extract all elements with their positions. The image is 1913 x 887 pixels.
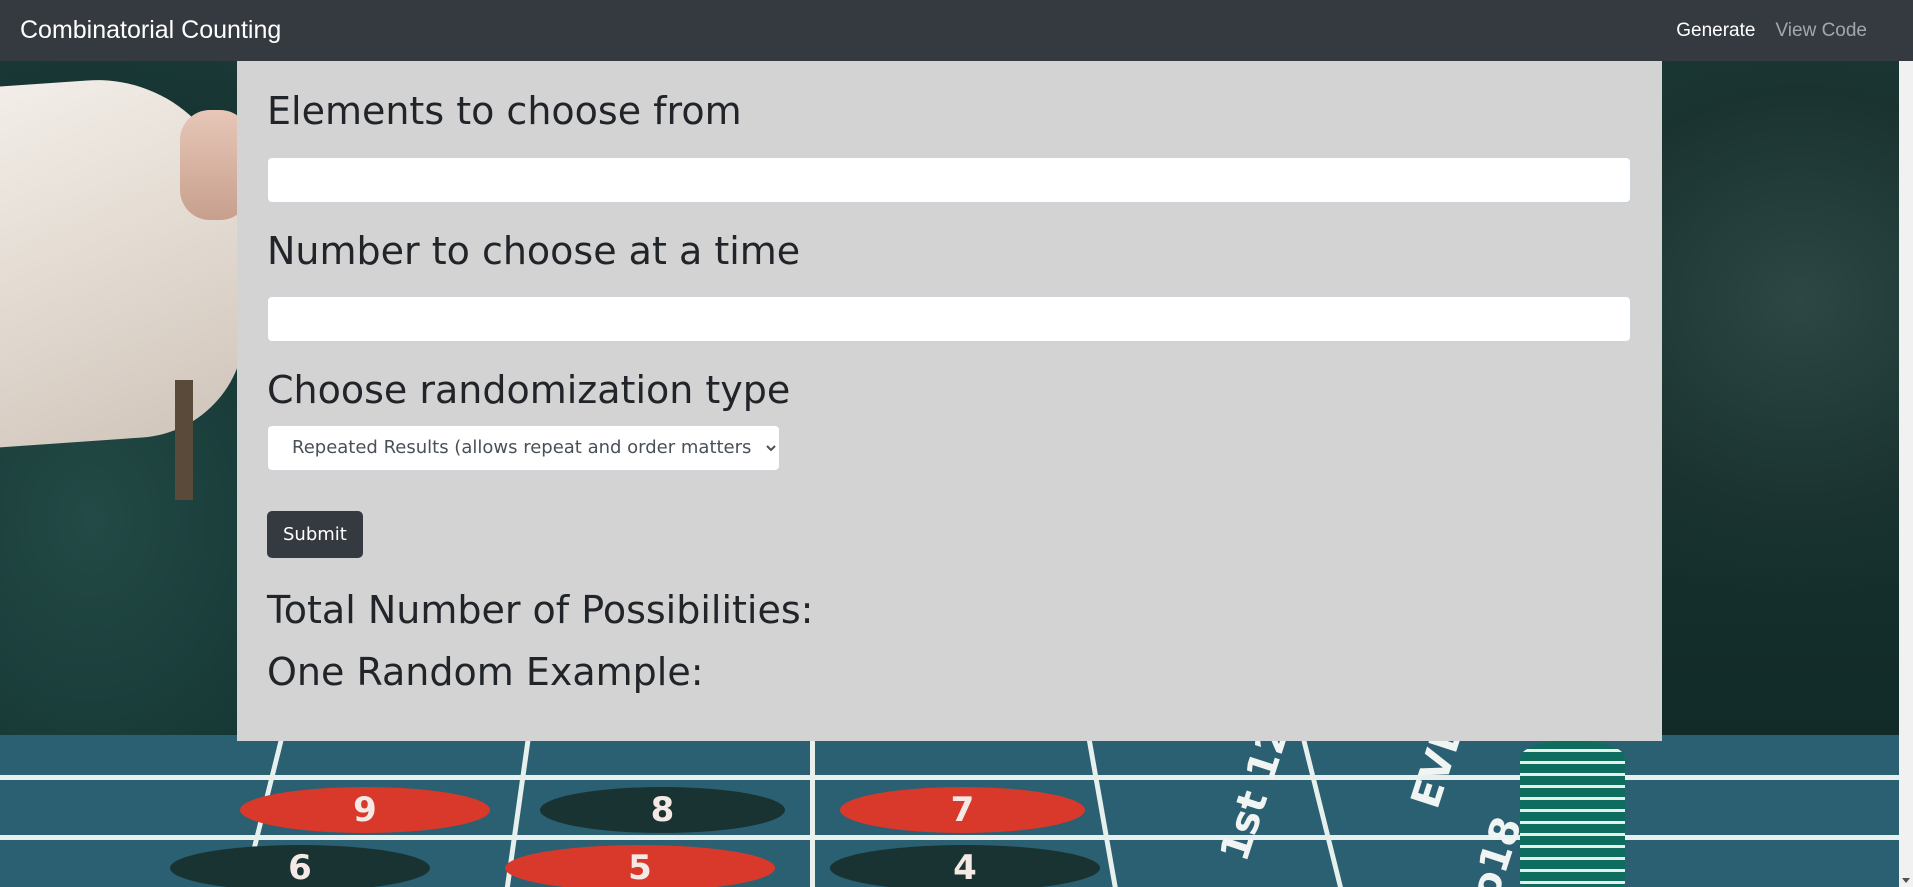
number-input[interactable] xyxy=(267,296,1631,343)
randomization-heading: Choose randomization type xyxy=(267,368,791,413)
navbar: Combinatorial Counting Generate View Cod… xyxy=(0,0,1913,61)
nav-link-view-code[interactable]: View Code xyxy=(1775,20,1867,42)
randomization-select[interactable]: Repeated Results (allows repeat and orde… xyxy=(267,424,780,471)
nav-link-generate[interactable]: Generate xyxy=(1676,20,1755,42)
table-number: 7 xyxy=(840,787,1085,833)
scroll-down-icon[interactable] xyxy=(1902,878,1910,883)
table-number: 6 xyxy=(170,845,430,887)
table-number: 5 xyxy=(505,845,775,887)
chip-stack xyxy=(1520,740,1625,887)
table-number: 9 xyxy=(240,787,490,833)
number-heading: Number to choose at a time xyxy=(267,228,801,273)
table-number: 4 xyxy=(830,845,1100,887)
nav-links: Generate View Code xyxy=(1676,20,1893,42)
table-label: 1st 12 xyxy=(1211,719,1299,867)
results-section: Total Number of Possibilities: One Rando… xyxy=(267,588,1632,696)
chair xyxy=(175,380,193,500)
elements-input[interactable] xyxy=(267,156,1631,203)
elements-heading: Elements to choose from xyxy=(267,89,742,133)
random-example-label: One Random Example: xyxy=(267,650,704,695)
submit-button[interactable]: Submit xyxy=(267,510,363,558)
table-number: 8 xyxy=(540,787,785,833)
form-card: Elements to choose from Number to choose… xyxy=(237,61,1662,741)
total-possibilities-label: Total Number of Possibilities: xyxy=(267,587,814,632)
scrollbar[interactable] xyxy=(1899,0,1913,887)
roulette-table: 9 8 7 6 5 4 1st 12 EVE o18 xyxy=(0,718,1913,887)
navbar-brand[interactable]: Combinatorial Counting xyxy=(20,16,281,45)
